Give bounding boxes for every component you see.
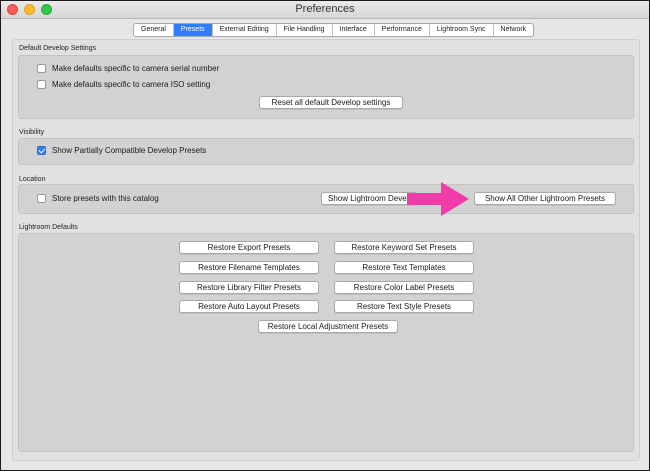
location-group-label: Location (19, 176, 46, 183)
location-group: Store presets with this catalog Show Lig… (18, 184, 634, 214)
restore-text-style-presets-button[interactable]: Restore Text Style Presets (334, 300, 474, 313)
preferences-window: Preferences General Presets External Edi… (0, 0, 650, 471)
store-with-catalog-option[interactable]: Store presets with this catalog (37, 194, 159, 203)
lightroom-defaults-group: Restore Export Presets Restore Keyword S… (18, 233, 634, 452)
restore-keyword-set-presets-button[interactable]: Restore Keyword Set Presets (334, 241, 474, 254)
show-develop-presets-button[interactable]: Show Lightroom Devel (321, 192, 417, 205)
show-partial-presets-checkbox[interactable] (37, 146, 46, 155)
tab-presets[interactable]: Presets (173, 24, 213, 36)
default-develop-group: Make defaults specific to camera serial … (18, 55, 634, 119)
tab-performance[interactable]: Performance (375, 24, 430, 36)
reset-develop-settings-button[interactable]: Reset all default Develop settings (259, 96, 403, 109)
tab-network[interactable]: Network (494, 24, 534, 36)
store-with-catalog-label: Store presets with this catalog (52, 194, 159, 203)
tab-file-handling[interactable]: File Handling (277, 24, 333, 36)
title-bar: Preferences (1, 1, 649, 19)
show-all-presets-button[interactable]: Show All Other Lightroom Presets (474, 192, 616, 205)
iso-setting-option[interactable]: Make defaults specific to camera ISO set… (37, 80, 210, 89)
window-title: Preferences (295, 3, 355, 15)
restore-text-templates-button[interactable]: Restore Text Templates (334, 261, 474, 274)
restore-library-filter-presets-button[interactable]: Restore Library Filter Presets (179, 281, 319, 294)
serial-number-checkbox[interactable] (37, 64, 46, 73)
tab-external-editing[interactable]: External Editing (213, 24, 277, 36)
visibility-group-label: Visibility (19, 129, 45, 136)
visibility-group: Show Partially Compatible Develop Preset… (18, 138, 634, 165)
preferences-tab-bar: General Presets External Editing File Ha… (133, 23, 535, 37)
restore-color-label-presets-button[interactable]: Restore Color Label Presets (334, 281, 474, 294)
serial-number-label: Make defaults specific to camera serial … (52, 64, 220, 73)
tab-general[interactable]: General (134, 24, 174, 36)
tab-lightroom-sync[interactable]: Lightroom Sync (430, 24, 494, 36)
store-with-catalog-checkbox[interactable] (37, 194, 46, 203)
iso-setting-label: Make defaults specific to camera ISO set… (52, 80, 211, 89)
default-develop-group-label: Default Develop Settings (19, 45, 97, 52)
restore-auto-layout-presets-button[interactable]: Restore Auto Layout Presets (179, 300, 319, 313)
annotation-arrow-icon (407, 182, 469, 216)
serial-number-option[interactable]: Make defaults specific to camera serial … (37, 64, 219, 73)
restore-local-adjustment-presets-button[interactable]: Restore Local Adjustment Presets (258, 320, 398, 333)
arrow-shape (407, 182, 469, 216)
restore-export-presets-button[interactable]: Restore Export Presets (179, 241, 319, 254)
iso-setting-checkbox[interactable] (37, 80, 46, 89)
tab-interface[interactable]: Interface (333, 24, 375, 36)
lightroom-defaults-group-label: Lightroom Defaults (19, 224, 78, 231)
presets-pane: Default Develop Settings Make defaults s… (12, 39, 640, 461)
show-partial-presets-label: Show Partially Compatible Develop Preset… (52, 146, 207, 155)
restore-filename-templates-button[interactable]: Restore Filename Templates (179, 261, 319, 274)
show-partial-presets-option[interactable]: Show Partially Compatible Develop Preset… (37, 146, 206, 155)
